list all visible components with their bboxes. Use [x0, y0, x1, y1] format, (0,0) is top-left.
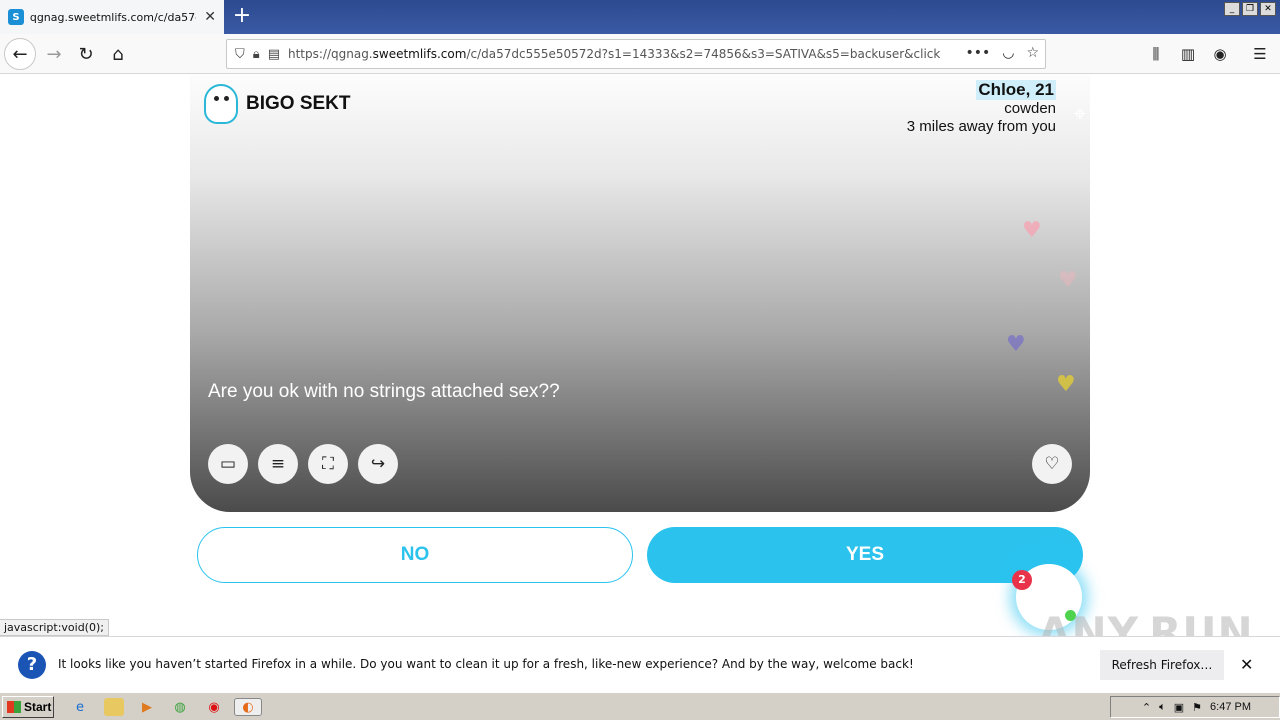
url-bar[interactable]: ⛉ 🔒︎ ▤ https://qgnag.sweetmlifs.com/c/da…: [226, 39, 1046, 69]
chat-icon[interactable]: ▭: [208, 444, 248, 484]
floating-heart-icon: ♥: [1056, 372, 1076, 397]
question-icon: ?: [18, 651, 46, 679]
close-window-button[interactable]: ✕: [1260, 2, 1276, 16]
no-button[interactable]: NO: [197, 527, 633, 583]
opera-icon[interactable]: ◉: [204, 698, 224, 716]
url-domain: sweetmlifs.com: [372, 47, 467, 61]
chrome-icon[interactable]: ◍: [170, 698, 190, 716]
close-notification-icon[interactable]: ✕: [1240, 655, 1253, 674]
url-actions: ••• ◡ ☆: [965, 45, 1039, 61]
list-icon[interactable]: ≡: [258, 444, 298, 484]
clock[interactable]: 6:47 PM: [1210, 701, 1251, 713]
profile-distance: 3 miles away from you: [906, 118, 1056, 135]
brand: BIGO SEKT: [200, 80, 351, 128]
start-label: Start: [24, 700, 52, 714]
close-tab-icon[interactable]: ✕: [204, 9, 216, 25]
page-content: BIGO SEKT Chloe, 21 cowden 3 miles away …: [0, 74, 1280, 636]
window-controls: _ ❐ ✕: [1224, 2, 1276, 16]
forward-button[interactable]: →: [38, 38, 70, 70]
profile-card: BIGO SEKT Chloe, 21 cowden 3 miles away …: [190, 74, 1090, 512]
restore-button[interactable]: ❐: [1242, 2, 1258, 16]
page-info-icon[interactable]: ▤: [268, 47, 280, 62]
library-icon[interactable]: ⫼: [1142, 38, 1170, 70]
sidebar-icon[interactable]: ▥: [1174, 38, 1202, 70]
media-player-icon[interactable]: ▶: [137, 698, 157, 716]
brand-name: BIGO SEKT: [246, 93, 351, 114]
notification-message: It looks like you haven’t started Firefo…: [58, 657, 914, 671]
start-button[interactable]: Start: [2, 696, 54, 718]
home-button[interactable]: ⌂: [102, 38, 134, 70]
bookmark-star-icon[interactable]: ☆: [1026, 45, 1039, 61]
page-actions-button[interactable]: •••: [965, 45, 990, 61]
profile-name: Chloe, 21: [976, 80, 1056, 100]
volume-icon[interactable]: 🔈︎: [1159, 701, 1166, 714]
account-icon[interactable]: ◉: [1206, 38, 1234, 70]
like-heart-icon[interactable]: ♡: [1032, 444, 1072, 484]
notification-bar: ? It looks like you haven’t started Fire…: [0, 636, 1280, 692]
firefox-taskbar-icon[interactable]: ◐: [234, 698, 262, 716]
floating-heart-icon: ♥: [1058, 268, 1078, 293]
url-prefix: https://qgnag.: [287, 47, 373, 61]
navigation-bar: ← → ↻ ⌂ ⛉ 🔒︎ ▤ https://qgnag.sweetmlifs.…: [0, 34, 1280, 74]
back-button[interactable]: ←: [4, 38, 36, 70]
ie-icon[interactable]: e: [70, 698, 90, 716]
new-tab-button[interactable]: +: [230, 4, 254, 28]
site-favicon-icon: S: [8, 9, 24, 25]
location-pin-icon: ⌖: [1073, 102, 1086, 127]
chat-badge: 2: [1012, 570, 1032, 590]
folder-icon[interactable]: [104, 698, 124, 716]
watermark: ANY.RUN: [1038, 608, 1254, 636]
minimize-button[interactable]: _: [1224, 2, 1240, 16]
action-center-flag-icon[interactable]: ⚑: [1192, 701, 1202, 714]
tab-title: qgnag.sweetmlifs.com/c/da57dc555: [29, 10, 196, 24]
url-rest: /c/da57dc555e50572d?s1=14333&s2=74856&s3…: [466, 47, 940, 61]
status-url: javascript:void(0);: [0, 619, 109, 636]
lock-icon[interactable]: 🔒︎: [253, 47, 260, 62]
network-icon[interactable]: ▣: [1174, 701, 1184, 714]
fullscreen-icon[interactable]: ⛶: [308, 444, 348, 484]
profile-city: cowden: [1004, 100, 1056, 117]
pocket-icon[interactable]: ◡: [1002, 45, 1014, 61]
tray-expand-icon[interactable]: ⌃: [1142, 701, 1151, 714]
browser-tab[interactable]: S qgnag.sweetmlifs.com/c/da57dc555 ✕: [0, 0, 224, 34]
floating-heart-icon: ♥: [1022, 218, 1042, 243]
floating-heart-icon: ♥: [1006, 332, 1026, 357]
profile-info: Chloe, 21 cowden 3 miles away from you: [907, 80, 1056, 136]
refresh-firefox-button[interactable]: Refresh Firefox…: [1100, 650, 1224, 680]
url-text[interactable]: https://qgnag.sweetmlifs.com/c/da57dc555…: [288, 47, 940, 61]
bigo-mascot-icon: [200, 80, 242, 128]
share-icon[interactable]: ↪: [358, 444, 398, 484]
reload-button[interactable]: ↻: [70, 38, 102, 70]
tracking-shield-icon[interactable]: ⛉: [235, 47, 245, 62]
system-tray: ⌃ 🔈︎ ▣ ⚑ 6:47 PM: [1110, 696, 1280, 718]
question-text: Are you ok with no strings attached sex?…: [208, 381, 560, 402]
tab-strip: S qgnag.sweetmlifs.com/c/da57dc555 ✕ + _…: [0, 0, 1280, 34]
windows-flag-icon: [7, 701, 21, 713]
taskbar: Start e ▶ ◍ ◉ ◐ ⌃ 🔈︎ ▣ ⚑ 6:47 PM: [0, 692, 1280, 720]
menu-icon[interactable]: ☰: [1246, 38, 1274, 70]
